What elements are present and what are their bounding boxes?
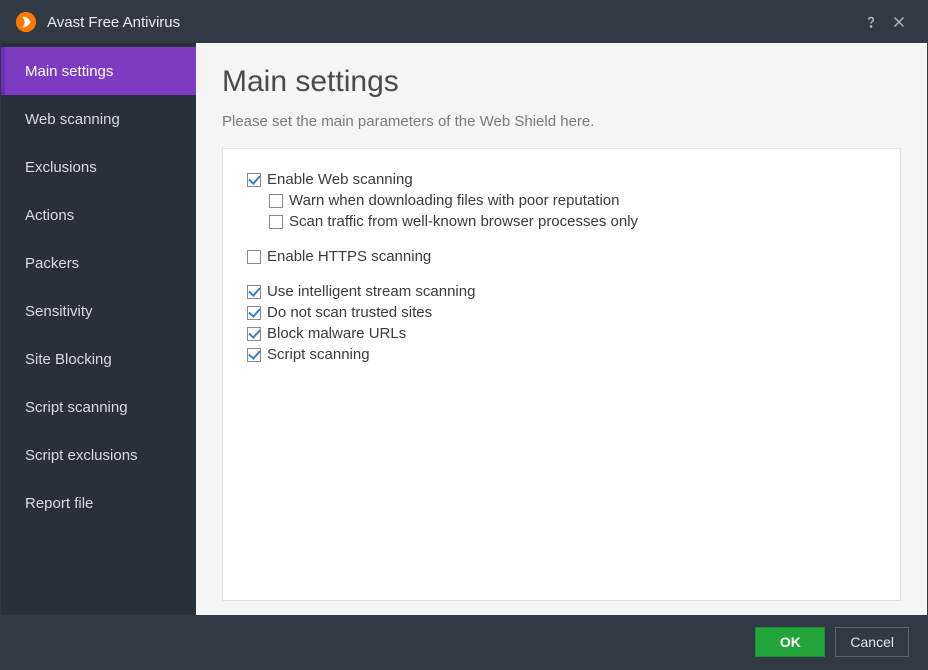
option-warn-poor-reputation: Warn when downloading files with poor re… <box>269 192 876 209</box>
checkbox-warn-poor-reputation[interactable] <box>269 194 283 208</box>
settings-panel: Enable Web scanning Warn when downloadin… <box>222 148 901 601</box>
option-block-malware-urls: Block malware URLs <box>247 325 876 342</box>
titlebar: Avast Free Antivirus <box>1 1 927 43</box>
option-enable-https-scanning: Enable HTTPS scanning <box>247 248 876 265</box>
option-label: Enable Web scanning <box>267 171 413 188</box>
page-subtitle: Please set the main parameters of the We… <box>222 113 901 130</box>
checkbox-script-scanning[interactable] <box>247 348 261 362</box>
sidebar-item-sensitivity[interactable]: Sensitivity <box>1 287 196 335</box>
sidebar-item-label: Script exclusions <box>25 447 138 464</box>
sidebar-item-label: Main settings <box>25 63 113 80</box>
checkbox-enable-web-scanning[interactable] <box>247 173 261 187</box>
option-label: Scan traffic from well-known browser pro… <box>289 213 638 230</box>
option-label: Warn when downloading files with poor re… <box>289 192 619 209</box>
avast-logo-icon <box>15 11 37 33</box>
page-title: Main settings <box>222 65 901 99</box>
checkbox-dont-scan-trusted[interactable] <box>247 306 261 320</box>
checkbox-scan-known-browsers[interactable] <box>269 215 283 229</box>
sidebar-item-site-blocking[interactable]: Site Blocking <box>1 335 196 383</box>
option-script-scanning: Script scanning <box>247 346 876 363</box>
body: Main settings Web scanning Exclusions Ac… <box>1 43 927 615</box>
footer: OK Cancel <box>1 615 927 669</box>
sidebar-item-label: Script scanning <box>25 399 128 416</box>
app-title: Avast Free Antivirus <box>47 14 180 31</box>
cancel-button[interactable]: Cancel <box>835 627 909 657</box>
option-scan-known-browsers: Scan traffic from well-known browser pro… <box>269 213 876 230</box>
sidebar-item-report-file[interactable]: Report file <box>1 479 196 527</box>
ok-button[interactable]: OK <box>755 627 825 657</box>
checkbox-block-malware-urls[interactable] <box>247 327 261 341</box>
sidebar-item-label: Report file <box>25 495 93 512</box>
help-icon[interactable] <box>857 8 885 36</box>
checkbox-enable-https-scanning[interactable] <box>247 250 261 264</box>
option-label: Enable HTTPS scanning <box>267 248 431 265</box>
sidebar-item-script-exclusions[interactable]: Script exclusions <box>1 431 196 479</box>
sidebar-item-packers[interactable]: Packers <box>1 239 196 287</box>
sidebar-item-label: Actions <box>25 207 74 224</box>
sidebar-item-main-settings[interactable]: Main settings <box>1 47 196 95</box>
sidebar-item-label: Web scanning <box>25 111 120 128</box>
option-intelligent-stream: Use intelligent stream scanning <box>247 283 876 300</box>
sidebar-item-script-scanning[interactable]: Script scanning <box>1 383 196 431</box>
close-icon[interactable] <box>885 8 913 36</box>
option-enable-web-scanning: Enable Web scanning <box>247 171 876 188</box>
option-label: Use intelligent stream scanning <box>267 283 475 300</box>
sidebar: Main settings Web scanning Exclusions Ac… <box>1 43 196 615</box>
sidebar-item-label: Exclusions <box>25 159 97 176</box>
sidebar-item-label: Site Blocking <box>25 351 112 368</box>
sidebar-item-actions[interactable]: Actions <box>1 191 196 239</box>
app-window: Avast Free Antivirus Main settings Web s… <box>0 0 928 670</box>
option-label: Do not scan trusted sites <box>267 304 432 321</box>
main-content: Main settings Please set the main parame… <box>196 43 927 615</box>
checkbox-intelligent-stream[interactable] <box>247 285 261 299</box>
option-dont-scan-trusted: Do not scan trusted sites <box>247 304 876 321</box>
sidebar-item-exclusions[interactable]: Exclusions <box>1 143 196 191</box>
sidebar-item-label: Sensitivity <box>25 303 93 320</box>
option-label: Script scanning <box>267 346 370 363</box>
sidebar-item-web-scanning[interactable]: Web scanning <box>1 95 196 143</box>
sidebar-item-label: Packers <box>25 255 79 272</box>
option-label: Block malware URLs <box>267 325 406 342</box>
